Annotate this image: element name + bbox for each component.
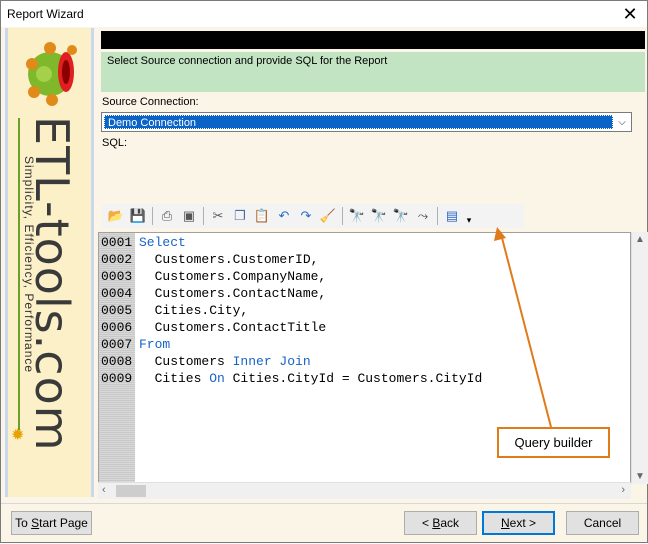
line-text: Customers.ContactName, bbox=[139, 286, 327, 301]
line-text: Customers Inner Join bbox=[139, 354, 311, 369]
line-number: 0008 bbox=[101, 354, 133, 369]
sidebar-accent-line bbox=[18, 118, 20, 430]
sql-label: SQL: bbox=[102, 137, 128, 149]
chevron-down-icon[interactable]: ⌵ bbox=[615, 115, 629, 129]
code-line: 0002 Customers.CustomerID, bbox=[99, 251, 482, 268]
sql-code: 0001 Select 0002 Customers.CustomerID, 0003… bbox=[99, 234, 482, 387]
wizard-sidebar: ETL-tools.com Simplicity, Efficiency, Pe… bbox=[5, 28, 94, 497]
title-bar: Report Wizard ✕ bbox=[1, 1, 647, 27]
goto-icon[interactable]: ⤳ bbox=[412, 206, 434, 226]
redo-icon[interactable]: ↷ bbox=[295, 206, 317, 226]
open-folder-icon[interactable]: 📂 bbox=[105, 206, 127, 226]
next-button[interactable]: Next > bbox=[482, 511, 555, 535]
print-preview-icon[interactable]: ▣ bbox=[178, 206, 200, 226]
back-button[interactable]: < Back bbox=[404, 511, 477, 535]
code-line: 0005 Cities.City, bbox=[99, 302, 482, 319]
sun-icon: ✹ bbox=[11, 427, 25, 444]
sql-keyword: On bbox=[209, 371, 225, 386]
brand-tagline: Simplicity, Efficiency, Performance bbox=[22, 156, 36, 374]
toolbar-divider bbox=[152, 207, 153, 225]
info-panel: Select Source connection and provide SQL… bbox=[101, 52, 645, 92]
line-text: Customers.CompanyName, bbox=[139, 269, 327, 284]
toolbar-overflow-icon[interactable]: ▾ bbox=[463, 206, 475, 226]
next-label: Next > bbox=[500, 516, 537, 530]
etl-logo-icon bbox=[26, 42, 77, 106]
undo-icon[interactable]: ↶ bbox=[273, 206, 295, 226]
code-line: 0001 Select bbox=[99, 234, 482, 251]
code-line: 0003 Customers.CompanyName, bbox=[99, 268, 482, 285]
clear-brush-icon[interactable]: 🧹 bbox=[317, 206, 339, 226]
source-connection-value: Demo Connection bbox=[104, 115, 613, 129]
line-text: Customers.ContactTitle bbox=[139, 320, 327, 335]
line-number: 0001 bbox=[101, 235, 133, 250]
sql-keyword: Inner Join bbox=[232, 354, 311, 369]
vertical-scrollbar[interactable]: ▲ ▼ bbox=[631, 232, 648, 484]
code-line: 0006 Customers.ContactTitle bbox=[99, 319, 482, 336]
replace-icon[interactable]: 🔭 bbox=[390, 206, 412, 226]
line-number: 0005 bbox=[101, 303, 133, 318]
paste-icon[interactable]: 📋 bbox=[251, 206, 273, 226]
report-wizard-window: Report Wizard ✕ ETL-tools.com Simplicity… bbox=[0, 0, 648, 543]
scroll-down-icon[interactable]: ▼ bbox=[635, 471, 645, 482]
line-number: 0004 bbox=[101, 286, 133, 301]
line-text: Select bbox=[139, 235, 186, 250]
toolbar-divider bbox=[203, 207, 204, 225]
back-label: < Back bbox=[421, 516, 460, 530]
line-text: Customers.CustomerID, bbox=[139, 252, 319, 267]
scroll-up-icon[interactable]: ▲ bbox=[635, 234, 645, 245]
line-number: 0002 bbox=[101, 252, 133, 267]
scroll-thumb[interactable] bbox=[116, 485, 146, 497]
code-line: 0008 Customers Inner Join bbox=[99, 353, 482, 370]
close-button[interactable]: ✕ bbox=[613, 1, 647, 27]
print-icon[interactable]: ⎙ bbox=[156, 206, 178, 226]
scroll-right-icon[interactable]: › bbox=[621, 484, 625, 496]
line-number: 0009 bbox=[101, 371, 133, 386]
find-next-icon[interactable]: 🔭 bbox=[368, 206, 390, 226]
source-connection-select[interactable]: Demo Connection ⌵ bbox=[101, 112, 632, 132]
window-title: Report Wizard bbox=[7, 7, 84, 21]
line-text: Cities On Cities.CityId = Customers.City… bbox=[139, 371, 483, 386]
source-connection-label: Source Connection: bbox=[102, 96, 199, 108]
line-number: 0006 bbox=[101, 320, 133, 335]
scroll-left-icon[interactable]: ‹ bbox=[102, 484, 106, 496]
line-text: Cities.City, bbox=[139, 303, 249, 318]
code-line: 0009 Cities On Cities.CityId = Customers… bbox=[99, 370, 482, 387]
save-icon[interactable]: 💾 bbox=[127, 206, 149, 226]
line-number: 0007 bbox=[101, 337, 133, 352]
footer-divider bbox=[1, 503, 647, 504]
toolbar-divider bbox=[437, 207, 438, 225]
to-start-page-label: To Start Page bbox=[15, 516, 88, 530]
horizontal-scrollbar[interactable]: ‹ › bbox=[98, 482, 631, 499]
header-banner bbox=[101, 31, 645, 49]
query-builder-callout: Query builder bbox=[497, 427, 610, 458]
code-line: 0007 From bbox=[99, 336, 482, 353]
toolbar-divider bbox=[342, 207, 343, 225]
query-builder-icon[interactable]: ▤ bbox=[441, 206, 463, 226]
line-text: From bbox=[139, 337, 171, 352]
cancel-button[interactable]: Cancel bbox=[566, 511, 639, 535]
line-number: 0003 bbox=[101, 269, 133, 284]
to-start-page-button[interactable]: To Start Page bbox=[11, 511, 92, 535]
find-icon[interactable]: 🔭 bbox=[346, 206, 368, 226]
cut-icon[interactable]: ✂ bbox=[207, 206, 229, 226]
cancel-label: Cancel bbox=[583, 516, 622, 530]
sql-toolbar: 📂 💾 ⎙ ▣ ✂ ❐ 📋 ↶ ↷ 🧹 🔭 🔭 🔭 ⤳ ▤ ▾ bbox=[102, 204, 524, 228]
copy-icon[interactable]: ❐ bbox=[229, 206, 251, 226]
code-line: 0004 Customers.ContactName, bbox=[99, 285, 482, 302]
